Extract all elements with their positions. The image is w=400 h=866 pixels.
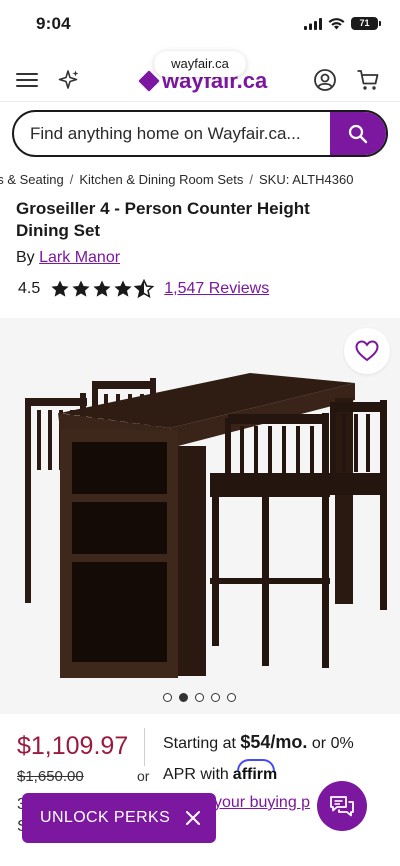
star-icon — [93, 280, 111, 297]
product-image — [25, 373, 387, 678]
half-star-icon — [134, 279, 155, 299]
chat-button[interactable] — [317, 781, 367, 831]
status-icons: 71 — [304, 17, 381, 30]
breadcrumb-separator: / — [69, 172, 74, 187]
wayfair-logo-mark — [138, 70, 160, 92]
reviews-link[interactable]: 1,547 Reviews — [164, 280, 269, 298]
browser-url-pill[interactable]: wayfair.ca — [154, 51, 246, 77]
star-rating — [50, 279, 155, 299]
by-prefix: By — [16, 249, 35, 266]
carousel-dot[interactable] — [211, 693, 220, 702]
hamburger-icon — [16, 73, 38, 87]
account-button[interactable] — [310, 66, 340, 94]
original-price: $1,650.00 — [17, 768, 84, 785]
apr-with-label: APR with — [163, 766, 229, 783]
breadcrumb-separator: / — [249, 172, 253, 187]
sku-label: SKU: ALTH4360 — [259, 172, 354, 187]
chat-icon — [330, 796, 354, 817]
sparkle-icon — [58, 70, 79, 89]
close-perks-button[interactable] — [182, 807, 204, 829]
star-icon — [114, 280, 132, 297]
status-time: 9:04 — [36, 14, 71, 33]
product-title: Groseiller 4 - Person Counter Height Din… — [16, 199, 310, 240]
account-icon — [314, 69, 336, 91]
carousel-dot[interactable] — [195, 693, 204, 702]
search-button[interactable] — [330, 112, 386, 155]
star-icon — [72, 280, 90, 297]
cart-icon — [357, 70, 379, 90]
heart-icon — [355, 340, 379, 362]
signal-icon — [304, 17, 322, 30]
or-zero-label: or 0% — [311, 735, 354, 752]
search-icon — [348, 124, 368, 143]
financing-line: Starting at $54/mo. or 0% — [163, 732, 354, 753]
unlock-perks-label: UNLOCK PERKS — [40, 809, 171, 826]
monthly-payment: $54/mo. — [240, 732, 308, 752]
product-byline: By Lark Manor — [16, 249, 120, 267]
affirm-logo: affirm — [232, 759, 278, 783]
unlock-perks-banner[interactable]: UNLOCK PERKS — [22, 793, 216, 843]
price-divider — [144, 728, 145, 766]
breadcrumb-item[interactable]: Kitchen & Dining Room Sets — [79, 172, 243, 187]
search-bar — [12, 110, 388, 157]
ai-assistant-button[interactable] — [54, 66, 84, 94]
battery-icon: 71 — [351, 17, 381, 30]
apr-line: APR with affirm — [163, 759, 278, 784]
carousel-dot-active[interactable] — [179, 693, 188, 702]
favorite-button[interactable] — [344, 328, 390, 374]
status-bar: 9:04 71 — [0, 0, 400, 50]
product-image-gallery[interactable] — [0, 318, 400, 714]
or-label: or — [137, 768, 150, 784]
carousel-dots — [163, 693, 236, 702]
wifi-icon — [328, 17, 345, 29]
rating-row: 4.5 1,547 Reviews — [18, 278, 269, 300]
star-icon — [51, 280, 69, 297]
rating-value: 4.5 — [18, 280, 41, 297]
carousel-dot[interactable] — [227, 693, 236, 702]
buying-power-link[interactable]: your buying p — [214, 794, 310, 812]
search-input[interactable] — [14, 112, 334, 155]
starting-at-label: Starting at — [163, 735, 236, 752]
menu-button[interactable] — [12, 66, 42, 94]
close-icon — [186, 811, 200, 825]
breadcrumb-item[interactable]: es & Seating — [0, 172, 64, 187]
cart-button[interactable] — [353, 66, 383, 94]
breadcrumb: es & Seating / Kitchen & Dining Room Set… — [0, 172, 400, 188]
brand-link[interactable]: Lark Manor — [39, 249, 120, 266]
sale-price: $1,109.97 — [17, 732, 129, 760]
carousel-dot[interactable] — [163, 693, 172, 702]
